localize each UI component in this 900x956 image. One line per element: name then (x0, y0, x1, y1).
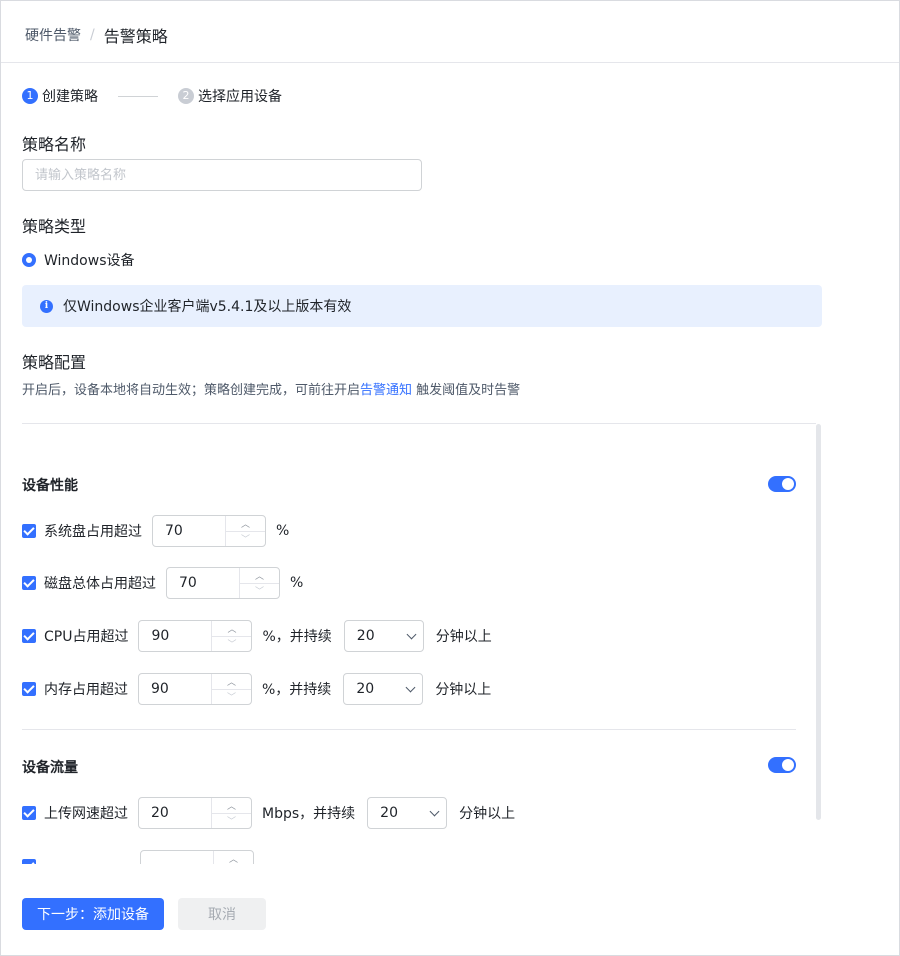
stepper: 1 创建策略 2 选择应用设备 (22, 86, 282, 106)
chevron-down-icon[interactable]: ﹀ (226, 530, 265, 547)
row-unit: Mbps，并持续 (262, 806, 356, 822)
policy-config-desc: 开启后，设备本地将自动生效；策略创建完成，可前往开启告警通知 触发阈值及时告警 (22, 379, 520, 398)
alert-notify-link[interactable]: 告警通知 (360, 383, 412, 398)
chevron-down-icon (429, 806, 440, 816)
checkbox-upload[interactable] (22, 806, 36, 820)
checkbox-cpu[interactable] (22, 629, 36, 643)
system-disk-stepper[interactable]: 70 ︿ ﹀ (152, 515, 266, 547)
chevron-up-icon[interactable]: ︿ (226, 516, 265, 531)
cpu-duration-select[interactable]: 20 (343, 620, 424, 652)
radio-windows[interactable]: Windows设备 (22, 250, 135, 270)
step-1-label: 创建策略 (42, 89, 98, 105)
breadcrumb: 硬件告警 / 告警策略 (25, 23, 168, 47)
chevron-down-icon[interactable]: ﹀ (212, 812, 251, 829)
row-label: 磁盘总体占用超过 (44, 576, 156, 592)
step-2-label: 选择应用设备 (198, 89, 282, 105)
cancel-button[interactable]: 取消 (178, 898, 266, 930)
traffic-row-partial: ︿﹀ (22, 850, 264, 864)
version-notice-text: 仅Windows企业客户端v5.4.1及以上版本有效 (63, 299, 352, 315)
checkbox-system-disk[interactable] (22, 524, 36, 538)
stepper-value[interactable] (141, 851, 213, 864)
upload-stepper[interactable]: 20 ︿ ﹀ (138, 797, 252, 829)
row-label: 系统盘占用超过 (44, 524, 142, 540)
chevron-up-icon[interactable]: ︿ (212, 621, 251, 636)
next-step-button[interactable]: 下一步：添加设备 (22, 898, 164, 930)
upload-duration-select[interactable]: 20 (367, 797, 448, 829)
perf-row-system-disk: 系统盘占用超过 70 ︿ ﹀ % (22, 515, 289, 547)
memory-duration-select[interactable]: 20 (343, 673, 424, 705)
perf-row-disk-total: 磁盘总体占用超过 70 ︿ ﹀ % (22, 567, 303, 599)
policy-config-title: 策略配置 (22, 353, 87, 372)
config-scroll-area[interactable]: 设备性能 系统盘占用超过 70 ︿ ﹀ % 磁盘总体占用超过 70 ︿ ﹀ % CP… (0, 424, 900, 864)
desc-suffix: 触发阈值及时告警 (412, 383, 521, 398)
cpu-stepper[interactable]: 90 ︿ ﹀ (138, 620, 253, 652)
group-divider (22, 729, 796, 730)
stepper-value[interactable]: 90 (139, 621, 211, 651)
duration-unit: 分钟以上 (435, 682, 492, 698)
traffic-title: 设备流量 (22, 760, 78, 776)
row-label: 内存占用超过 (44, 682, 128, 698)
step-2-number: 2 (178, 88, 194, 104)
performance-toggle[interactable] (768, 476, 796, 492)
row-unit: % (290, 575, 304, 591)
breadcrumb-current: 告警策略 (103, 27, 168, 46)
duration-unit: 分钟以上 (459, 806, 516, 822)
stepper-value[interactable]: 70 (167, 568, 239, 598)
chevron-up-icon[interactable]: ︿ (212, 674, 251, 689)
select-value: 20 (356, 628, 375, 644)
traffic-toggle[interactable] (768, 757, 796, 773)
step-1-number: 1 (22, 88, 38, 104)
policy-type-title: 策略类型 (22, 217, 87, 236)
chevron-down-icon (406, 629, 417, 639)
memory-stepper[interactable]: 90 ︿ ﹀ (138, 673, 252, 705)
checkbox-partial[interactable] (22, 859, 36, 864)
chevron-up-icon[interactable]: ︿ (240, 568, 279, 583)
checkbox-memory[interactable] (22, 682, 36, 696)
row-unit: % (276, 523, 290, 539)
step-connector (118, 95, 158, 97)
performance-title: 设备性能 (22, 478, 78, 494)
row-label: 上传网速超过 (44, 806, 128, 822)
select-value: 20 (356, 681, 375, 697)
stepper-value[interactable]: 70 (153, 516, 225, 546)
stepper-value[interactable]: 20 (139, 798, 211, 828)
checkbox-disk-total[interactable] (22, 576, 36, 590)
stepper-value[interactable]: 90 (139, 674, 211, 704)
version-notice: i 仅Windows企业客户端v5.4.1及以上版本有效 (22, 285, 822, 327)
row-unit: %，并持续 (262, 682, 332, 698)
radio-dot-icon[interactable] (22, 253, 36, 267)
traffic-row-upload: 上传网速超过 20 ︿ ﹀ Mbps，并持续 20 分钟以上 (22, 797, 515, 829)
row-label: CPU占用超过 (44, 629, 129, 645)
policy-name-title: 策略名称 (22, 135, 87, 154)
disk-total-stepper[interactable]: 70 ︿ ﹀ (166, 567, 280, 599)
desc-prefix: 开启后，设备本地将自动生效；策略创建完成，可前往开启 (22, 383, 361, 398)
scrollbar-thumb[interactable] (816, 424, 821, 820)
radio-windows-label: Windows设备 (44, 253, 135, 269)
chevron-up-icon[interactable]: ︿ (212, 798, 251, 813)
breadcrumb-separator: / (90, 27, 95, 43)
chevron-down-icon (405, 682, 416, 692)
page-header: 硬件告警 / 告警策略 (1, 1, 899, 63)
chevron-down-icon[interactable]: ﹀ (212, 688, 251, 705)
chevron-down-icon[interactable]: ﹀ (240, 582, 279, 599)
row-unit: %，并持续 (262, 629, 332, 645)
perf-row-memory: 内存占用超过 90 ︿ ﹀ %，并持续 20 分钟以上 (22, 673, 491, 705)
chevron-down-icon[interactable]: ﹀ (212, 635, 252, 652)
info-icon: i (40, 299, 53, 313)
select-value: 20 (380, 805, 398, 821)
chevron-up-icon[interactable]: ︿ (214, 851, 253, 864)
breadcrumb-parent[interactable]: 硬件告警 (25, 25, 81, 45)
perf-row-cpu: CPU占用超过 90 ︿ ﹀ %，并持续 20 分钟以上 (22, 620, 492, 652)
partial-stepper[interactable]: ︿﹀ (140, 850, 254, 864)
policy-name-input[interactable] (22, 159, 422, 191)
duration-unit: 分钟以上 (435, 629, 492, 645)
